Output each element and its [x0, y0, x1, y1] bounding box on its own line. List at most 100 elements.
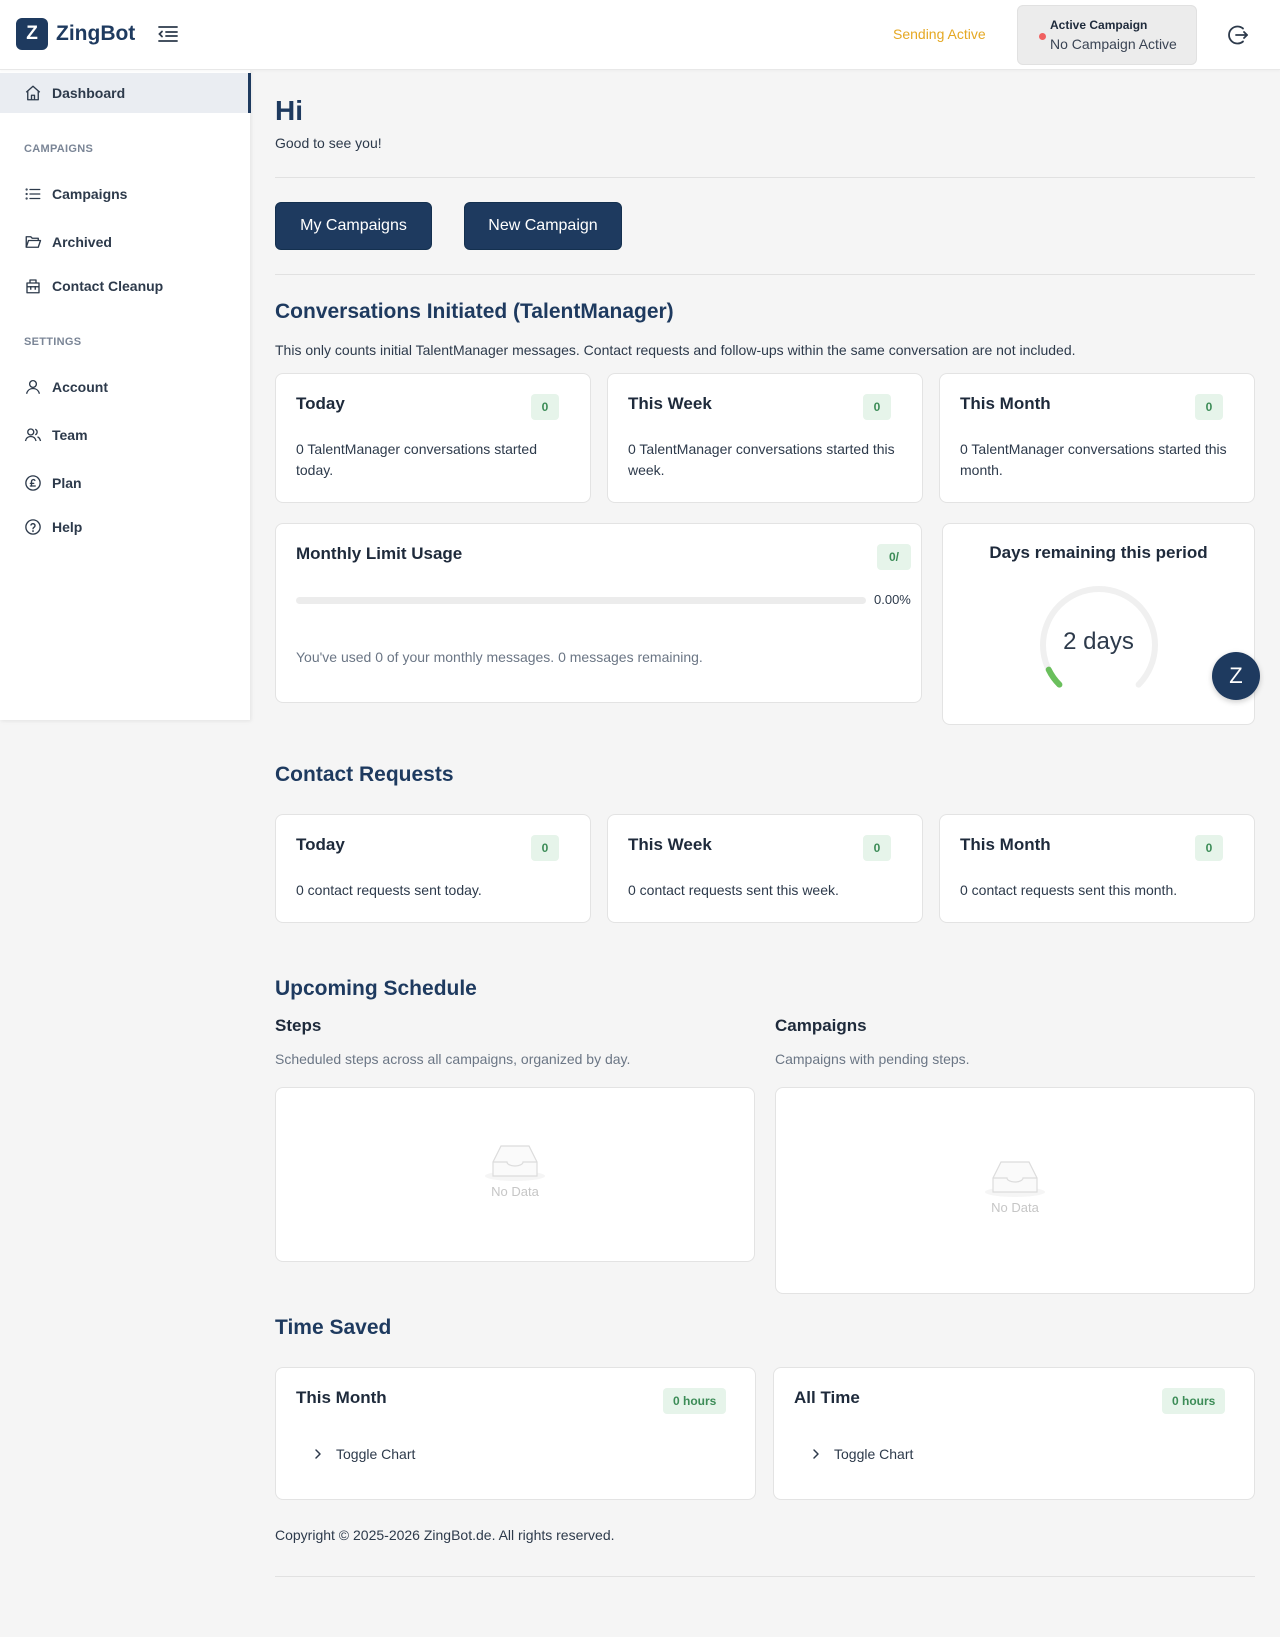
sidebar-item-team[interactable]: Team [0, 415, 250, 455]
sidebar-item-campaigns[interactable]: Campaigns [0, 174, 250, 214]
card-text: 0 contact requests sent today. [296, 882, 482, 898]
sidebar-item-label: Dashboard [52, 85, 126, 101]
card-title: All Time [794, 1388, 860, 1407]
campaigns-title: Campaigns [775, 1016, 867, 1035]
logout-icon[interactable] [1226, 23, 1250, 47]
card-text: 0 TalentManager conversations started th… [960, 441, 1227, 478]
collapse-sidebar-icon[interactable] [156, 24, 180, 44]
contact-requests-section-title: Contact Requests [275, 763, 454, 786]
logo-mark: Z [16, 18, 48, 50]
divider [275, 177, 1255, 178]
time-saved-section-title: Time Saved [275, 1316, 392, 1339]
sidebar-item-label: Plan [52, 475, 82, 491]
card-title: This Month [960, 394, 1051, 413]
chevron-right-icon [315, 1449, 321, 1459]
card-title: This Week [628, 394, 712, 413]
sidebar-item-plan[interactable]: Plan [0, 463, 250, 503]
empty-state: No Data [776, 1156, 1254, 1215]
sidebar-item-account[interactable]: Account [0, 367, 250, 407]
count-badge: 0 [531, 835, 559, 861]
conversations-section-title: Conversations Initiated (TalentManager) [275, 300, 674, 323]
divider [275, 274, 1255, 275]
card-title: Today [296, 394, 345, 413]
usage-badge: 0/ [877, 544, 911, 570]
no-data-label: No Data [991, 1200, 1039, 1215]
campaigns-desc: Campaigns with pending steps. [775, 1051, 970, 1067]
time-saved-alltime-card: All Time 0 hours Toggle Chart [773, 1367, 1255, 1500]
new-campaign-button[interactable]: New Campaign [464, 202, 622, 250]
campaigns-section-label: CAMPAIGNS [24, 143, 94, 155]
count-badge: 0 [1195, 394, 1223, 420]
toggle-chart-button[interactable]: Toggle Chart [312, 1446, 415, 1462]
usage-percent: 0.00% [874, 592, 911, 607]
help-icon [25, 519, 41, 535]
card-text: 0 contact requests sent this week. [628, 882, 839, 898]
home-icon [25, 85, 41, 101]
sidebar-item-help[interactable]: Help [0, 507, 250, 547]
sending-status: Sending Active [893, 26, 986, 42]
campaigns-pending-card: No Data [775, 1087, 1255, 1294]
conversations-today-card: Today 0 0 TalentManager conversations st… [275, 373, 591, 503]
page-title: Hi [275, 95, 303, 126]
sidebar-item-label: Team [52, 427, 88, 443]
card-title: This Month [960, 835, 1051, 854]
card-text: 0 TalentManager conversations started to… [296, 441, 537, 478]
usage-progress-bar [296, 597, 866, 604]
card-title: Today [296, 835, 345, 854]
my-campaigns-button[interactable]: My Campaigns [275, 202, 432, 250]
sidebar-item-dashboard[interactable]: Dashboard [0, 73, 251, 113]
empty-inbox-icon [985, 1161, 1045, 1197]
contact-requests-month-card: This Month 0 0 contact requests sent thi… [939, 814, 1255, 923]
hours-badge: 0 hours [663, 1388, 727, 1414]
hours-badge: 0 hours [1162, 1388, 1226, 1414]
top-header: Z ZingBot Sending Active Active Campaign… [0, 0, 1280, 70]
settings-section-label: SETTINGS [24, 336, 82, 348]
sidebar-item-archived[interactable]: Archived [0, 222, 250, 262]
sidebar-item-label: Archived [52, 234, 112, 250]
steps-title: Steps [275, 1016, 322, 1035]
folder-open-icon [25, 236, 42, 248]
footer-copyright: Copyright © 2025-2026 ZingBot.de. All ri… [275, 1527, 615, 1543]
app-name: ZingBot [56, 22, 136, 45]
gauge-fill [1045, 666, 1063, 688]
active-campaign-value: No Campaign Active [1050, 36, 1177, 52]
status-dot [1039, 33, 1046, 40]
days-remaining-value: 2 days [1063, 628, 1134, 655]
steps-card: No Data [275, 1087, 755, 1262]
sidebar-item-label: Contact Cleanup [52, 278, 164, 294]
count-badge: 0 [531, 394, 559, 420]
count-badge: 0 [863, 835, 891, 861]
team-icon [24, 428, 42, 442]
contact-requests-week-card: This Week 0 0 contact requests sent this… [607, 814, 923, 923]
steps-desc: Scheduled steps across all campaigns, or… [275, 1051, 631, 1067]
count-badge: 0 [1195, 835, 1223, 861]
chat-assistant-button[interactable]: Z [1212, 652, 1260, 700]
sidebar-item-label: Account [52, 379, 108, 395]
days-remaining-card: Days remaining this period 2 days [942, 523, 1255, 725]
list-icon [25, 188, 41, 200]
toggle-chart-button[interactable]: Toggle Chart [810, 1446, 913, 1462]
card-title: This Month [296, 1388, 387, 1407]
active-campaign-label: Active Campaign [1050, 18, 1148, 32]
toggle-chart-label: Toggle Chart [834, 1446, 914, 1462]
sidebar-item-label: Campaigns [52, 186, 128, 202]
empty-inbox-icon [485, 1145, 545, 1181]
conversations-week-card: This Week 0 0 TalentManager conversation… [607, 373, 923, 503]
monthly-limit-card: Monthly Limit Usage 0/ 0.00% You've used… [275, 523, 922, 703]
card-title: This Week [628, 835, 712, 854]
card-title: Days remaining this period [989, 543, 1208, 562]
no-data-label: No Data [491, 1184, 539, 1199]
card-text: 0 contact requests sent this month. [960, 882, 1178, 898]
user-icon [25, 379, 41, 394]
sidebar: Dashboard CAMPAIGNS Campaigns Archived C… [0, 70, 251, 720]
app-logo[interactable]: Z ZingBot [16, 18, 135, 50]
sidebar-item-contact-cleanup[interactable]: Contact Cleanup [0, 266, 250, 306]
active-campaign-indicator[interactable]: Active Campaign No Campaign Active [1017, 5, 1197, 65]
pound-coin-icon [25, 475, 41, 491]
conversations-month-card: This Month 0 0 TalentManager conversatio… [939, 373, 1255, 503]
toggle-chart-label: Toggle Chart [336, 1446, 416, 1462]
conversations-section-desc: This only counts initial TalentManager m… [275, 342, 1076, 358]
contact-requests-today-card: Today 0 0 contact requests sent today. [275, 814, 591, 923]
card-title: Monthly Limit Usage [296, 544, 463, 563]
cleanup-icon [26, 279, 40, 294]
